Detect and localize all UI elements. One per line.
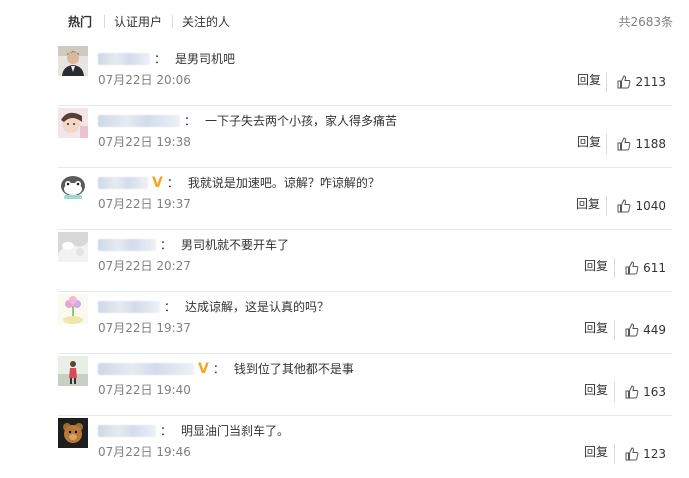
username-blurred[interactable] <box>98 300 160 313</box>
thumbs-up-icon <box>617 137 631 151</box>
comment-total-count: 共2683条 <box>618 15 673 29</box>
username-blurred[interactable] <box>98 238 156 251</box>
comment-timestamp: 07月22日 19:40 <box>98 383 191 397</box>
comment-text: 明显油门当刹车了。 <box>181 423 290 438</box>
comment-item: ：一下子失去两个小孩，家人得多痛苦 07月22日 19:38 回复 1188 <box>58 106 672 168</box>
username-blurred[interactable] <box>98 176 148 189</box>
comment-timestamp: 07月22日 19:38 <box>98 135 191 149</box>
comment-text: 达成谅解，这是认真的吗？ <box>185 299 330 314</box>
like-count: 1188 <box>635 137 666 151</box>
like-count: 163 <box>643 385 666 399</box>
comment-item: ：是男司机吧 07月22日 20:06 回复 2113 <box>58 44 672 106</box>
reply-button[interactable]: 回复 <box>584 258 608 274</box>
comment-timestamp: 07月22日 20:27 <box>98 259 191 273</box>
tab-following[interactable]: 关注的人 <box>182 14 230 30</box>
avatar[interactable] <box>58 356 88 386</box>
like-button[interactable]: 163 <box>614 382 666 402</box>
like-count: 123 <box>643 447 666 461</box>
username-blurred[interactable] <box>98 424 156 437</box>
comment-text: 我就说是加速吧。谅解？咋谅解的？ <box>187 175 380 190</box>
thumbs-up-icon <box>617 199 631 213</box>
username-blurred[interactable] <box>98 52 150 65</box>
comment-text: 是男司机吧 <box>175 51 236 66</box>
comment-timestamp: 07月22日 20:06 <box>98 73 191 87</box>
comment-text: 钱到位了其他都不是事 <box>233 361 354 376</box>
comment-timestamp: 07月22日 19:46 <box>98 445 191 459</box>
username-blurred[interactable] <box>98 362 194 375</box>
reply-button[interactable]: 回复 <box>584 444 608 460</box>
tab-hot[interactable]: 热门 <box>68 14 92 30</box>
tab-divider <box>172 15 173 28</box>
comment-item: ：男司机就不要开车了 07月22日 20:27 回复 611 <box>58 230 672 292</box>
like-button[interactable]: 449 <box>614 320 666 340</box>
like-count: 611 <box>643 261 666 275</box>
verified-badge: V <box>198 360 209 377</box>
comment-text: 一下子失去两个小孩，家人得多痛苦 <box>205 113 398 128</box>
like-count: 1040 <box>635 199 666 213</box>
thumbs-up-icon <box>625 447 639 461</box>
comment-timestamp: 07月22日 19:37 <box>98 197 191 211</box>
tab-verified-users[interactable]: 认证用户 <box>114 14 162 30</box>
comment-item: V：钱到位了其他都不是事 07月22日 19:40 回复 163 <box>58 354 672 416</box>
comment-timestamp: 07月22日 19:37 <box>98 321 191 335</box>
comment-item: ：达成谅解，这是认真的吗？ 07月22日 19:37 回复 449 <box>58 292 672 354</box>
like-button[interactable]: 1188 <box>606 134 666 154</box>
thumbs-up-icon <box>617 75 631 89</box>
comment-tabs: 热门 认证用户 关注的人 共2683条 <box>0 0 689 44</box>
thumbs-up-icon <box>625 385 639 399</box>
reply-button[interactable]: 回复 <box>584 320 608 336</box>
tab-divider <box>104 15 105 28</box>
reply-button[interactable]: 回复 <box>584 382 608 398</box>
comment-text: 男司机就不要开车了 <box>181 237 290 252</box>
like-button[interactable]: 2113 <box>606 72 666 92</box>
avatar[interactable] <box>58 108 88 138</box>
thumbs-up-icon <box>625 323 639 337</box>
username-blurred[interactable] <box>98 114 180 127</box>
avatar[interactable] <box>58 46 88 76</box>
avatar[interactable] <box>58 170 88 200</box>
reply-button[interactable]: 回复 <box>577 134 601 150</box>
avatar[interactable] <box>58 232 88 262</box>
like-button[interactable]: 611 <box>614 258 666 278</box>
verified-badge: V <box>152 174 163 191</box>
comment-item: V：我就说是加速吧。谅解？咋谅解的？ 07月22日 19:37 回复 1040 <box>58 168 672 230</box>
reply-button[interactable]: 回复 <box>577 72 601 88</box>
like-button[interactable]: 1040 <box>606 196 666 216</box>
like-count: 2113 <box>635 75 666 89</box>
like-button[interactable]: 123 <box>614 444 666 464</box>
avatar[interactable] <box>58 418 88 448</box>
like-count: 449 <box>643 323 666 337</box>
reply-button[interactable]: 回复 <box>576 196 600 212</box>
avatar[interactable] <box>58 294 88 324</box>
thumbs-up-icon <box>625 261 639 275</box>
